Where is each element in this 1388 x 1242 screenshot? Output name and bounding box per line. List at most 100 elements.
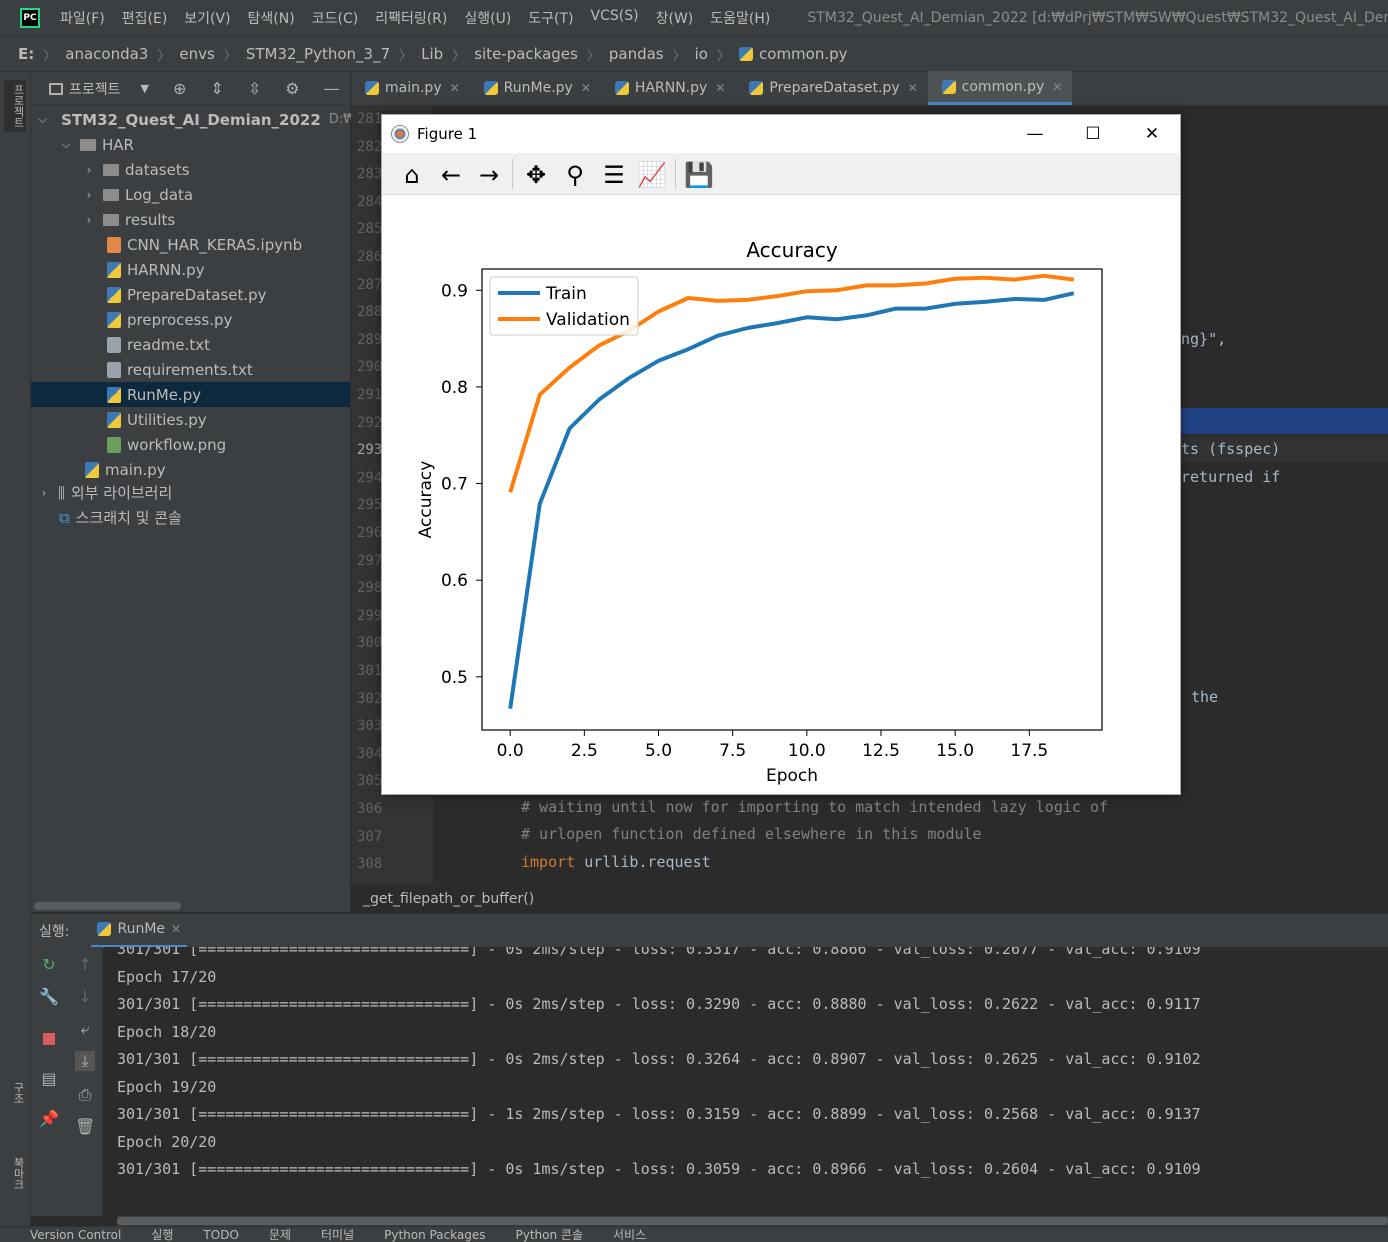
tree-file[interactable]: CNN_HAR_KERAS.ipynb [31, 232, 350, 257]
console-output[interactable]: 301/301 [==============================]… [104, 947, 1388, 1216]
menu-edit[interactable]: 편집(E) [122, 8, 168, 28]
breadcrumb-drive[interactable]: E: [18, 45, 34, 63]
breadcrumb-env-name[interactable]: STM32_Python_3_7 [246, 45, 390, 63]
arrow-up-icon[interactable]: ↑ [75, 955, 95, 975]
chevron-down-icon[interactable]: ⌵ [60, 137, 72, 152]
chevron-down-icon[interactable]: ⌵ [38, 112, 47, 127]
close-icon[interactable]: ✕ [171, 922, 181, 936]
stop-icon[interactable] [39, 1029, 59, 1049]
configure-icon[interactable]: ☰ [599, 160, 629, 190]
menu-view[interactable]: 보기(V) [184, 8, 230, 28]
tree-folder-datasets[interactable]: › datasets [31, 157, 350, 182]
breadcrumb-lib[interactable]: Lib [421, 45, 443, 63]
expand-all-icon[interactable]: ⇕ [210, 79, 223, 98]
tree-file-selected[interactable]: RunMe.py [31, 382, 350, 407]
chevron-right-icon[interactable]: › [38, 486, 50, 500]
tree-external-libraries[interactable]: › ⫼ 외부 라이브러리 [31, 480, 350, 505]
menu-code[interactable]: 코드(C) [312, 8, 358, 28]
chevron-down-icon[interactable]: ▼ [141, 82, 149, 95]
tool-python-packages[interactable]: Python Packages [384, 1228, 485, 1242]
project-tool-tab[interactable]: 프로젝트 [4, 80, 26, 132]
tree-scratches[interactable]: ⧉ 스크래치 및 콘솔 [31, 505, 350, 530]
project-horizontal-scrollbar[interactable] [34, 902, 181, 910]
chevron-right-icon[interactable]: › [83, 163, 95, 177]
project-panel-title[interactable]: 프로젝트 [69, 79, 121, 99]
tree-file[interactable]: main.py [31, 457, 350, 482]
tree-file[interactable]: requirements.txt [31, 357, 350, 382]
accuracy-chart[interactable]: Accuracy 0.0 2.5 5.0 7.5 10.0 12.5 15.0 17.5 0.5 0… [382, 195, 1180, 794]
tree-file[interactable]: PrepareDataset.py [31, 282, 350, 307]
tree-folder-har[interactable]: ⌵ HAR [31, 132, 350, 157]
tree-folder-results[interactable]: › results [31, 207, 350, 232]
wrench-icon[interactable]: 🔧 [39, 987, 59, 1007]
tab-common-py[interactable]: common.py ✕ [927, 71, 1073, 105]
close-icon[interactable]: ✕ [1052, 80, 1062, 94]
collapse-all-icon[interactable]: ⇳ [248, 79, 261, 98]
menu-file[interactable]: 파일(F) [60, 8, 105, 28]
trash-icon[interactable]: 🗑 [75, 1117, 95, 1137]
tool-problems[interactable]: 문제 [269, 1227, 291, 1242]
tab-preparedataset-py[interactable]: PrepareDataset.py ✕ [735, 71, 927, 105]
tool-version-control[interactable]: Version Control [30, 1228, 121, 1242]
menu-run[interactable]: 실행(U) [464, 8, 511, 28]
pin-icon[interactable]: 📌 [39, 1109, 59, 1129]
breadcrumb-envs[interactable]: envs [179, 45, 214, 63]
home-icon[interactable]: ⌂ [397, 160, 427, 190]
arrow-down-icon[interactable]: ↓ [75, 987, 95, 1007]
close-icon[interactable]: ✕ [908, 81, 918, 95]
close-icon[interactable]: ✕ [715, 81, 725, 95]
menu-tools[interactable]: 도구(T) [528, 8, 573, 28]
tab-runme-py[interactable]: RunMe.py ✕ [470, 71, 601, 105]
tree-file[interactable]: preprocess.py [31, 307, 350, 332]
maximize-icon[interactable]: ☐ [1078, 121, 1108, 147]
tool-run[interactable]: 실행 [151, 1227, 173, 1242]
breadcrumb-io[interactable]: io [695, 45, 708, 63]
bookmarks-tool-tab[interactable]: 북마크 [4, 1157, 26, 1190]
minimize-icon[interactable]: — [1020, 121, 1050, 147]
run-tab[interactable]: RunMe ✕ [91, 914, 188, 948]
zoom-icon[interactable]: ⚲ [560, 160, 590, 190]
menu-navigate[interactable]: 탐색(N) [248, 8, 295, 28]
layout-icon[interactable]: ▤ [39, 1069, 59, 1089]
tree-file[interactable]: HARNN.py [31, 257, 350, 282]
save-icon[interactable]: 💾 [684, 160, 714, 190]
menu-window[interactable]: 창(W) [656, 8, 694, 28]
tab-harnn-py[interactable]: HARNN.py ✕ [601, 71, 735, 105]
locate-icon[interactable]: ⊕ [173, 79, 186, 98]
close-icon[interactable]: ✕ [1137, 121, 1167, 147]
tool-python-console[interactable]: Python 콘솔 [516, 1227, 584, 1242]
menu-refactor[interactable]: 리팩터링(R) [375, 8, 447, 28]
menu-help[interactable]: 도움말(H) [710, 8, 770, 28]
soft-wrap-icon[interactable]: ⤶ [75, 1019, 95, 1039]
tree-file[interactable]: readme.txt [31, 332, 350, 357]
edit-axis-icon[interactable]: 📈 [637, 160, 667, 190]
structure-tool-tab[interactable]: 구조 [4, 1082, 26, 1104]
scrollbar-thumb[interactable] [117, 1217, 1388, 1225]
breadcrumb-anaconda3[interactable]: anaconda3 [65, 45, 148, 63]
gear-icon[interactable]: ⚙ [285, 79, 299, 98]
tree-root[interactable]: ⌵ STM32_Quest_AI_Demian_2022 D:₩dF [31, 107, 372, 132]
close-icon[interactable]: ✕ [581, 81, 591, 95]
tree-folder-log-data[interactable]: › Log_data [31, 182, 350, 207]
chevron-right-icon[interactable]: › [83, 213, 95, 227]
breadcrumb-pandas[interactable]: pandas [609, 45, 664, 63]
tab-main-py[interactable]: main.py ✕ [351, 71, 470, 105]
function-breadcrumb[interactable]: _get_filepath_or_buffer() [351, 883, 1388, 913]
close-icon[interactable]: ✕ [450, 81, 460, 95]
tool-terminal[interactable]: 터미널 [321, 1227, 354, 1242]
back-icon[interactable]: ← [436, 160, 466, 190]
breadcrumb-site-packages[interactable]: site-packages [474, 45, 578, 63]
tool-todo[interactable]: TODO [203, 1228, 238, 1242]
print-icon[interactable]: ⎙ [75, 1085, 95, 1105]
figure-titlebar[interactable]: Figure 1 — ☐ ✕ [382, 115, 1180, 153]
hide-icon[interactable]: — [324, 79, 340, 98]
tool-services[interactable]: 서비스 [613, 1227, 646, 1242]
menu-vcs[interactable]: VCS(S) [591, 8, 639, 28]
scroll-to-end-icon[interactable]: ⤓ [75, 1051, 95, 1071]
rerun-icon[interactable]: ↻ [39, 955, 59, 975]
pan-icon[interactable]: ✥ [521, 160, 551, 190]
console-horizontal-scrollbar[interactable] [117, 1216, 1388, 1226]
forward-icon[interactable]: → [474, 160, 504, 190]
chevron-right-icon[interactable]: › [83, 188, 95, 202]
tree-file[interactable]: workflow.png [31, 432, 350, 457]
